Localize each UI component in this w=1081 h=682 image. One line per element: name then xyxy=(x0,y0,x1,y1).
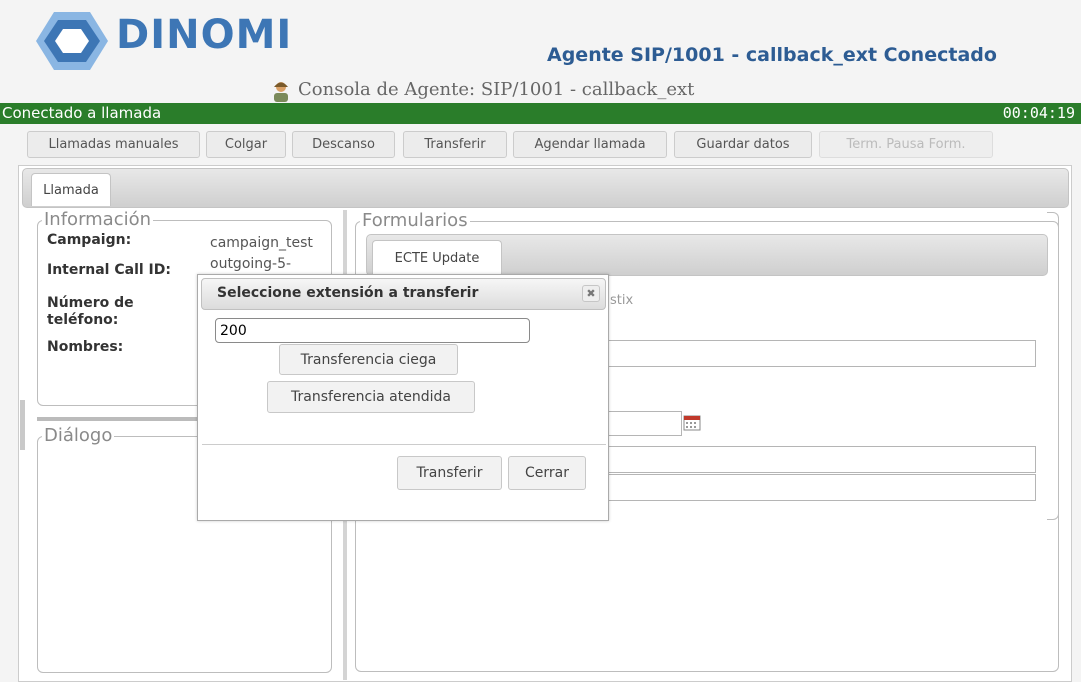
names-label: Nombres: xyxy=(47,339,124,355)
blind-transfer-button[interactable]: Transferencia ciega xyxy=(279,344,458,375)
call-timer: 00:04:19 xyxy=(1002,104,1075,122)
information-legend: Información xyxy=(44,209,152,230)
dialog-legend: Diálogo xyxy=(44,425,113,446)
console-title: Consola de Agente: SIP/1001 - callback_e… xyxy=(298,79,695,100)
agent-icon xyxy=(274,82,288,102)
phone-label-line2: teléfono: xyxy=(47,312,119,328)
transfer-dialog-title: Seleccione extensión a transferir xyxy=(217,285,479,301)
form-field-1[interactable] xyxy=(606,340,1036,367)
call-id-value: outgoing-5- xyxy=(210,256,292,272)
logo-hexagon-icon xyxy=(36,12,108,70)
form-content-border xyxy=(1047,212,1059,520)
campaign-value: campaign_test xyxy=(210,235,313,251)
form-date-field[interactable] xyxy=(606,411,682,436)
hangup-button[interactable]: Colgar xyxy=(206,131,286,158)
attended-transfer-button[interactable]: Transferencia atendida xyxy=(267,381,475,413)
logo-text: DINOMI xyxy=(116,12,293,58)
calendar-icon[interactable] xyxy=(683,414,701,431)
schedule-call-button[interactable]: Agendar llamada xyxy=(513,131,667,158)
tab-ecte-update[interactable]: ECTE Update xyxy=(372,240,502,276)
break-button[interactable]: Descanso xyxy=(292,131,395,158)
call-id-label: Internal Call ID: xyxy=(47,262,171,278)
manual-calls-button[interactable]: Llamadas manuales xyxy=(27,131,200,158)
end-form-pause-button[interactable]: Term. Pausa Form. xyxy=(819,131,993,158)
dialog-separator xyxy=(202,444,606,445)
info-resize-handle[interactable] xyxy=(37,417,197,421)
form-partial-text: stix xyxy=(610,293,634,308)
form-field-2[interactable] xyxy=(606,446,1036,473)
extension-input[interactable] xyxy=(215,318,530,343)
call-status-text: Conectado a llamada xyxy=(2,104,162,122)
form-field-3[interactable] xyxy=(606,474,1036,501)
phone-label-line1: Número de xyxy=(47,295,134,311)
agent-status-title: Agente SIP/1001 - callback_ext Conectado xyxy=(547,44,997,66)
left-scrollbar[interactable] xyxy=(20,400,25,450)
call-status-bar: Conectado a llamada 00:04:19 xyxy=(0,103,1081,124)
main-tabbar xyxy=(22,168,1069,208)
forms-legend: Formularios xyxy=(362,210,468,231)
close-icon[interactable]: ✖ xyxy=(582,285,600,302)
campaign-label: Campaign: xyxy=(47,232,132,248)
transfer-button[interactable]: Transferir xyxy=(403,131,507,158)
close-dialog-button[interactable]: Cerrar xyxy=(508,456,586,490)
tab-call[interactable]: Llamada xyxy=(31,173,111,206)
save-data-button[interactable]: Guardar datos xyxy=(674,131,812,158)
confirm-transfer-button[interactable]: Transferir xyxy=(397,456,502,490)
